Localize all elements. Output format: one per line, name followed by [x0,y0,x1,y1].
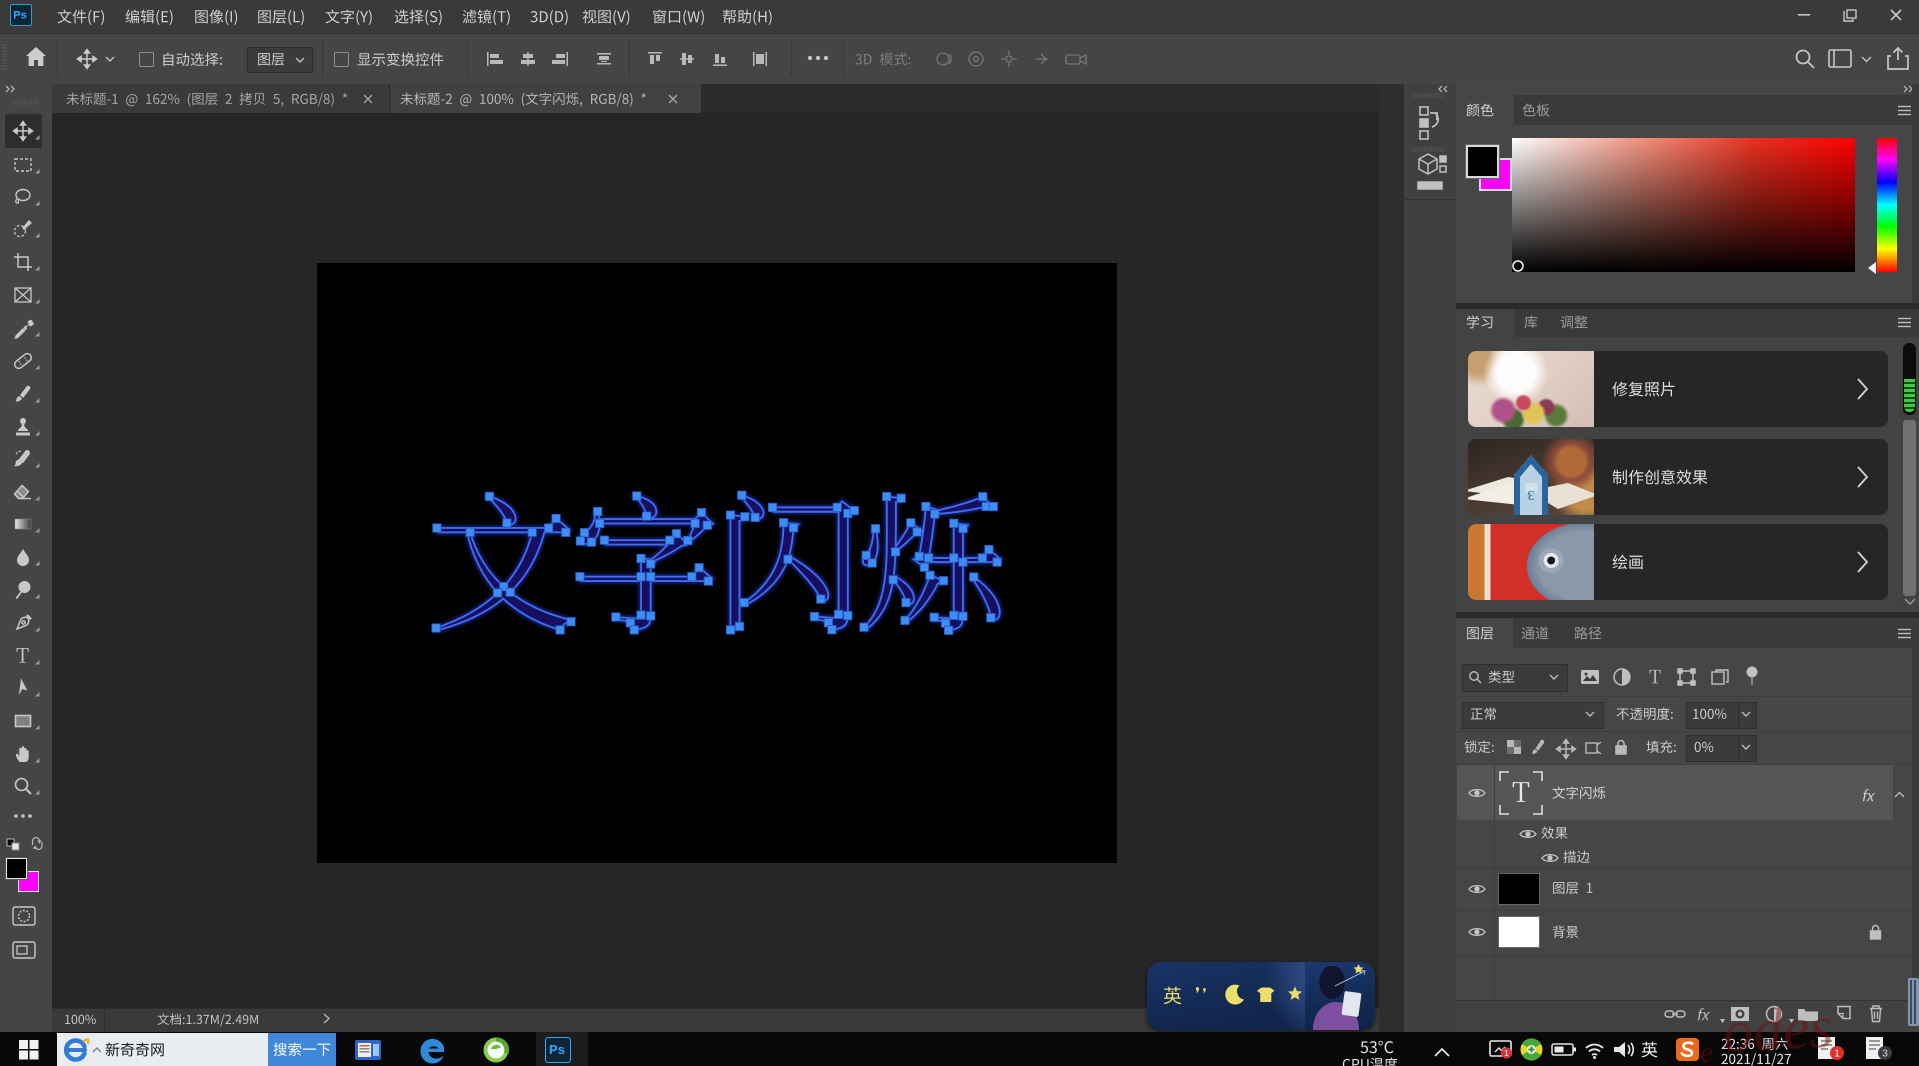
svg-text:Ps: Ps [549,1042,565,1057]
svg-text:odes: odes [1721,993,1834,1065]
svg-text:e: e [1700,1036,1713,1066]
svg-text:1: 1 [1504,1049,1509,1058]
